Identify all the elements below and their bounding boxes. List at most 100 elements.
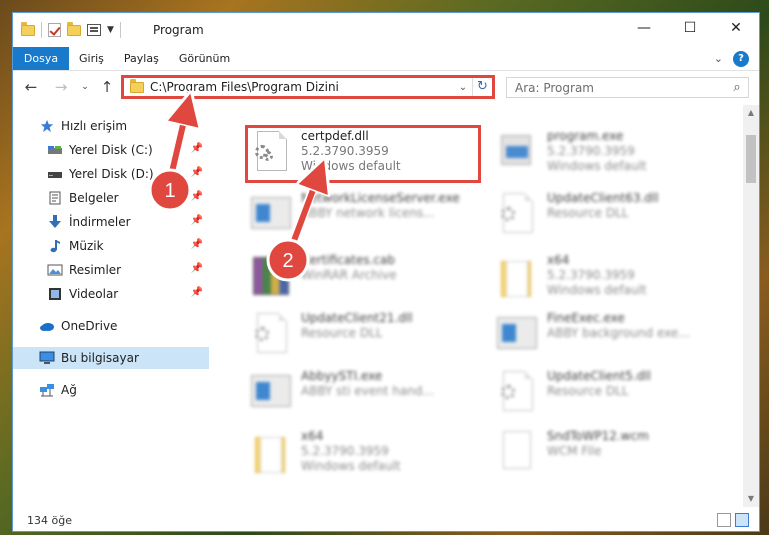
pin-icon[interactable]: 📌	[191, 191, 203, 202]
ribbon-tabs: Dosya Giriş Paylaş Görünüm ⌄ ?	[13, 47, 759, 71]
refresh-icon[interactable]: ↻	[472, 78, 492, 96]
vertical-scrollbar[interactable]: ▲ ▼	[743, 105, 759, 507]
scroll-up-arrow-icon[interactable]: ▲	[743, 105, 759, 121]
scrollbar-thumb[interactable]	[746, 135, 756, 183]
installer-icon	[495, 131, 541, 177]
file-version: 5.2.3790.3959	[547, 268, 635, 282]
maximize-button[interactable]: ☐	[667, 13, 713, 43]
file-tile[interactable]: UpdateClient21.dll Resource DLL	[249, 309, 489, 365]
customize-toolbar-chevron-icon[interactable]: ▼	[107, 25, 114, 35]
tab-view[interactable]: Görünüm	[169, 47, 240, 70]
new-folder-icon[interactable]	[67, 21, 81, 36]
help-icon[interactable]: ?	[733, 50, 749, 67]
sidebar-item-documents[interactable]: Belgeler 📌	[13, 187, 209, 209]
network-icon	[40, 384, 54, 397]
dll-gear-icon	[495, 193, 541, 239]
expand-ribbon-chevron-icon[interactable]: ⌄	[714, 52, 723, 65]
file-list: certpdef.dll 5.2.3790.3959 Windows defau…	[219, 105, 743, 507]
search-icon[interactable]: ⌕	[726, 80, 748, 95]
properties-check-icon[interactable]	[48, 23, 61, 37]
status-bar: 134 öğe	[13, 509, 759, 531]
sidebar-item-music[interactable]: Müzik 📌	[13, 235, 209, 257]
sidebar-item-local-disk-d[interactable]: Yerel Disk (D:) 📌	[13, 163, 209, 185]
file-name: UpdateClient63.dll	[547, 191, 659, 205]
address-bar[interactable]: C:\Program Files\Program Dizini ⌄ ↻	[121, 75, 495, 99]
ribbon-spacer	[240, 47, 714, 70]
tab-share[interactable]: Paylaş	[114, 47, 169, 70]
file-tile[interactable]: NetworkLicenseServer.exe ABBY network li…	[249, 189, 489, 245]
navigation-pane: Hızlı erişim Yerel Disk (C:) 📌 Yerel Dis…	[13, 109, 209, 509]
file-description: Windows default	[547, 159, 647, 173]
sidebar-item-downloads[interactable]: İndirmeler 📌	[13, 211, 209, 233]
sidebar-item-label: Bu bilgisayar	[61, 351, 139, 365]
search-input[interactable]: Ara: Program ⌕	[506, 77, 749, 98]
file-tile[interactable]: x64 5.2.3790.3959 Windows default	[249, 427, 489, 483]
view-toggle	[717, 513, 749, 527]
pin-icon[interactable]: 📌	[191, 215, 203, 226]
folder-icon	[21, 21, 35, 36]
sidebar-item-label: İndirmeler	[69, 215, 131, 229]
sidebar-item-local-disk-c[interactable]: Yerel Disk (C:) 📌	[13, 139, 209, 161]
file-description: ABBY network licens...	[301, 206, 435, 220]
sidebar-item-this-pc[interactable]: Bu bilgisayar	[13, 347, 209, 369]
file-tile[interactable]: program.exe 5.2.3790.3959 Windows defaul…	[495, 127, 735, 183]
address-dropdown-chevron-icon[interactable]: ⌄	[454, 82, 472, 93]
properties-icon[interactable]	[87, 24, 101, 36]
file-description: Windows default	[301, 459, 401, 473]
recent-locations-chevron-icon[interactable]: ⌄	[75, 77, 95, 97]
file-tile[interactable]: UpdateClient63.dll Resource DLL	[495, 189, 735, 245]
pin-icon[interactable]: 📌	[191, 167, 203, 178]
file-name: NetworkLicenseServer.exe	[301, 191, 460, 205]
file-name: Certificates.cab	[301, 253, 395, 267]
toolbar-separator	[119, 22, 121, 38]
file-description: ABBY background exe...	[547, 326, 690, 340]
pin-icon[interactable]: 📌	[191, 263, 203, 274]
app-icon	[249, 193, 295, 239]
window-title: Program	[153, 23, 204, 37]
file-tile[interactable]: FineExec.exe ABBY background exe...	[495, 309, 735, 365]
back-arrow-icon[interactable]: ←	[21, 77, 41, 97]
minimize-button[interactable]: —	[621, 13, 667, 43]
sidebar-item-label: Yerel Disk (D:)	[69, 167, 154, 181]
file-description: Resource DLL	[547, 206, 629, 220]
details-view-icon[interactable]	[717, 513, 731, 527]
file-tile[interactable]: x64 5.2.3790.3959 Windows default	[495, 251, 735, 307]
file-tile[interactable]: UpdateClient5.dll Resource DLL	[495, 367, 735, 423]
file-name: FineExec.exe	[547, 311, 625, 325]
file-tile[interactable]: SndToWP12.wcm WCM File	[495, 427, 735, 483]
folder-icon	[249, 431, 295, 477]
tiles-view-icon[interactable]	[735, 513, 749, 527]
pin-icon[interactable]: 📌	[191, 143, 203, 154]
sidebar-item-network[interactable]: Ağ	[13, 379, 209, 401]
up-arrow-icon[interactable]: ↑	[97, 77, 117, 97]
explorer-window: ▼ Program — ☐ ✕ Dosya Giriş Paylaş Görün…	[12, 12, 760, 532]
pin-icon[interactable]: 📌	[191, 287, 203, 298]
address-path[interactable]: C:\Program Files\Program Dizini	[150, 80, 454, 94]
file-tile[interactable]: AbbyySTI.exe ABBY sti event hand...	[249, 367, 489, 423]
sidebar-item-label: Resimler	[69, 263, 122, 277]
sidebar-item-videos[interactable]: Videolar 📌	[13, 283, 209, 305]
scroll-down-arrow-icon[interactable]: ▼	[743, 491, 759, 507]
close-button[interactable]: ✕	[713, 13, 759, 43]
winrar-icon	[249, 255, 295, 301]
tab-home[interactable]: Giriş	[69, 47, 114, 70]
sidebar-item-label: Belgeler	[69, 191, 119, 205]
music-icon	[50, 240, 60, 253]
blank-file-icon	[495, 431, 541, 477]
tab-file[interactable]: Dosya	[13, 47, 69, 70]
sidebar-item-label: Müzik	[69, 239, 104, 253]
sidebar-item-label: Hızlı erişim	[61, 119, 128, 133]
forward-arrow-icon[interactable]: →	[51, 77, 71, 97]
sidebar-item-pictures[interactable]: Resimler 📌	[13, 259, 209, 281]
pin-icon[interactable]: 📌	[191, 239, 203, 250]
file-name: x64	[301, 429, 324, 443]
title-bar: ▼ Program — ☐ ✕	[13, 13, 759, 47]
dll-gear-icon	[249, 313, 295, 359]
app-icon	[495, 313, 541, 359]
item-count: 134 öğe	[27, 513, 72, 527]
sidebar-item-onedrive[interactable]: OneDrive	[13, 315, 209, 337]
file-tile[interactable]: Certificates.cab WinRAR Archive	[249, 251, 489, 307]
sidebar-item-quick-access[interactable]: Hızlı erişim	[13, 115, 209, 137]
toolbar-separator	[41, 22, 42, 38]
address-row: ← → ⌄ ↑ C:\Program Files\Program Dizini …	[13, 71, 759, 103]
